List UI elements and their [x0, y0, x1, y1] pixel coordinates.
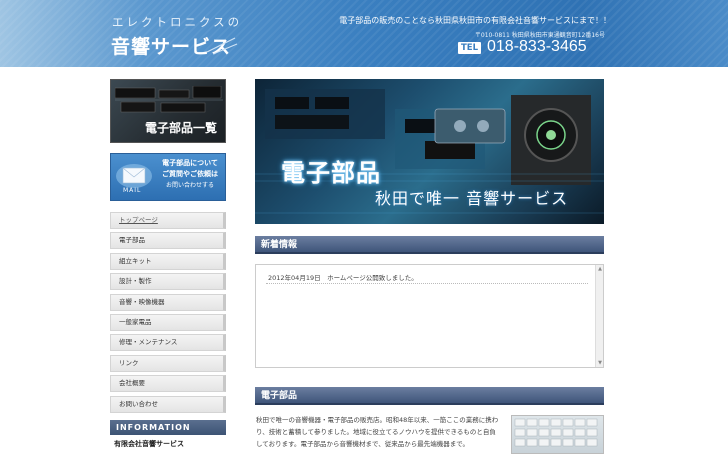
nav-item-top[interactable]: トップページ — [110, 212, 226, 229]
information-heading: INFORMATION — [110, 420, 226, 435]
info-company-name: 有限会社音響サービス — [114, 440, 184, 448]
hero-title: 電子部品 — [281, 159, 381, 187]
parts-list-label: 電子部品一覧 — [144, 121, 217, 135]
envelope-icon — [116, 164, 152, 188]
circuit-board-icon — [115, 86, 223, 113]
nav-item-parts[interactable]: 電子部品 — [110, 232, 226, 250]
news-entry: 2012年04月19日 ホームページ公開致しました。 — [268, 274, 418, 282]
scroll-down-icon[interactable]: ▼ — [597, 360, 603, 366]
nav-item-design[interactable]: 設計・製作 — [110, 273, 226, 291]
nav-item-appliances[interactable]: 一般家電品 — [110, 313, 226, 331]
news-section-heading: 新着情報 — [255, 236, 604, 254]
tel-badge: TEL — [458, 42, 482, 54]
news-box[interactable]: 2012年04月19日 ホームページ公開致しました。 ▲ ▼ — [255, 264, 604, 368]
news-divider — [266, 283, 588, 284]
nav-item-repair[interactable]: 修理・メンテナンス — [110, 334, 226, 352]
sidebar-nav: トップページ 電子部品 組立キット 設計・製作 音響・映像機器 一般家電品 修理… — [110, 212, 226, 416]
parts-drawers-image — [514, 418, 598, 447]
parts-list-banner[interactable]: 電子部品一覧 — [110, 79, 226, 143]
nav-item-contact[interactable]: お問い合わせ — [110, 395, 226, 413]
mail-banner-line2: ご質問やご依頼は — [162, 170, 218, 178]
mail-banner-line1: 電子部品について — [162, 159, 218, 167]
header-tagline: 電子部品の販売のことなら秋田県秋田市の有限会社音響サービスにまで！！ — [339, 16, 611, 25]
mail-icon-label: MAIL — [123, 187, 142, 194]
nav-item-av[interactable]: 音響・映像機器 — [110, 293, 226, 311]
parts-section-heading: 電子部品 — [255, 387, 604, 405]
news-scrollbar[interactable]: ▲ ▼ — [595, 265, 603, 367]
contact-mail-banner[interactable]: MAIL 電子部品について ご質問やご依頼は お問い合わせする — [110, 153, 226, 201]
site-header: エレクトロニクスの 音響サービス 電子部品の販売のことなら秋田県秋田市の有限会社… — [0, 0, 728, 67]
tel-number: 018-833-3465 — [487, 38, 587, 55]
nav-item-links[interactable]: リンク — [110, 354, 226, 372]
mail-banner-line3: お問い合わせする — [165, 182, 214, 189]
parts-shelf-image — [511, 415, 604, 454]
nav-item-company[interactable]: 会社概要 — [110, 375, 226, 393]
scroll-up-icon[interactable]: ▲ — [597, 266, 603, 272]
logo-subtitle: エレクトロニクスの — [112, 15, 243, 29]
parts-description: 秋田で唯一の音響機器・電子部品の販売店。昭和48年以来、一筋ここの業務に携わり、… — [256, 416, 499, 448]
hero-banner: 電子部品 秋田で唯一 音響サービス — [255, 79, 604, 224]
logo-swoosh-icon — [206, 37, 238, 55]
nav-item-kits[interactable]: 組立キット — [110, 252, 226, 270]
mail-banner-text: 電子部品について ご質問やご依頼は お問い合わせする — [156, 158, 224, 191]
hero-subtitle: 秋田で唯一 音響サービス — [375, 189, 569, 208]
